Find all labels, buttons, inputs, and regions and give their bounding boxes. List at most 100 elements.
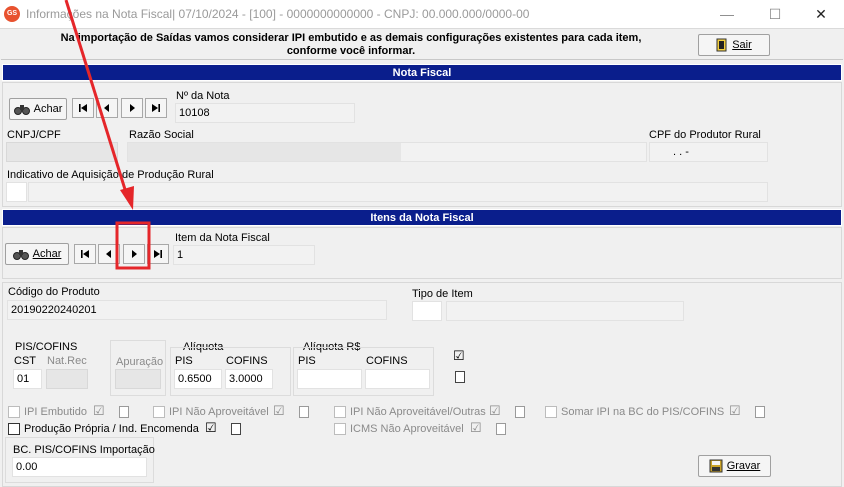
item-nota-field[interactable]: 1 — [173, 245, 315, 265]
aliquota-pis-field[interactable]: 0.6500 — [174, 369, 222, 389]
first-record-icon — [81, 250, 89, 258]
tipo-item-code-field[interactable] — [412, 301, 442, 321]
minimize-button[interactable]: — — [704, 0, 750, 29]
tipo-item-desc-field[interactable] — [446, 301, 684, 321]
numero-nota-label: Nº da Nota — [176, 90, 230, 102]
binoculars-icon — [13, 105, 30, 115]
numero-nota-field[interactable]: 10108 — [175, 103, 355, 123]
info-panel: Na importação de Saídas vamos considerar… — [1, 30, 843, 60]
last-record-icon — [154, 250, 162, 258]
icms-nao-aproveitavel-checkbox[interactable] — [334, 423, 346, 435]
aliquota-rs-pis-label: PIS — [298, 355, 316, 367]
document-icon — [299, 406, 309, 418]
info-message: Na importação de Saídas vamos considerar… — [11, 32, 691, 58]
nota-find-label: Achar — [33, 103, 63, 115]
app-icon: GS — [4, 6, 20, 22]
save-label: Gravar — [726, 460, 761, 472]
checkmark-icon: ☑ — [729, 403, 741, 418]
nota-find-button[interactable]: Achar — [9, 98, 67, 120]
natrec-field[interactable] — [46, 369, 88, 389]
next-record-icon — [130, 104, 135, 112]
maximize-button[interactable]: ☐ — [752, 0, 798, 29]
cpf-produtor-field[interactable]: . . - — [649, 142, 768, 162]
item-last-button[interactable] — [147, 244, 169, 264]
item-find-button[interactable]: Achar — [5, 243, 69, 265]
document-icon — [496, 423, 506, 435]
ipi-embutido-checkbox[interactable] — [8, 406, 20, 418]
ipi-embutido-label: IPI Embutido — [24, 406, 87, 418]
item-nota-label: Item da Nota Fiscal — [175, 232, 270, 244]
apuracao-field[interactable] — [115, 369, 161, 389]
prev-record-icon — [104, 104, 109, 112]
aliquota-rs-pis-field[interactable] — [297, 369, 362, 389]
checkmark-icon: ☑ — [273, 403, 285, 418]
info-line-2: conforme você informar. — [286, 45, 416, 57]
nota-next-button[interactable] — [121, 98, 143, 118]
codigo-produto-field[interactable]: 20190220240201 — [7, 300, 387, 320]
item-find-label: Achar — [32, 248, 62, 260]
pis-cofins-label: PIS/COFINS — [15, 341, 78, 353]
last-record-icon — [152, 104, 160, 112]
cpf-produtor-label: CPF do Produtor Rural — [649, 129, 761, 141]
exit-door-icon — [716, 38, 727, 52]
document-icon[interactable] — [455, 371, 465, 383]
nota-last-button[interactable] — [145, 98, 167, 118]
cnpj-field[interactable] — [6, 142, 118, 162]
item-next-button[interactable] — [123, 244, 145, 264]
checkmark-icon: ☑ — [470, 420, 482, 435]
codigo-produto-label: Código do Produto — [8, 286, 100, 298]
ipi-nao-aproveitavel-label: IPI Não Aproveitável — [169, 406, 269, 418]
natrec-label: Nat.Rec — [47, 355, 87, 367]
nota-fiscal-header: Nota Fiscal — [2, 64, 842, 81]
save-button[interactable]: Gravar — [698, 455, 771, 477]
aliquota-cofins-label: COFINS — [226, 355, 268, 367]
info-line-1: Na importação de Saídas vamos considerar… — [60, 32, 642, 44]
aliquota-pis-label: PIS — [175, 355, 193, 367]
razao-social-fill — [128, 143, 401, 161]
cst-field[interactable]: 01 — [13, 369, 42, 389]
next-record-icon — [132, 250, 137, 258]
item-prev-button[interactable] — [98, 244, 120, 264]
nota-prev-button[interactable] — [96, 98, 118, 118]
item-first-button[interactable] — [74, 244, 96, 264]
cnpj-label: CNPJ/CPF — [7, 129, 61, 141]
aliquota-rs-cofins-field[interactable] — [365, 369, 430, 389]
prev-record-icon — [106, 250, 111, 258]
checkmark-icon: ☑ — [489, 403, 501, 418]
exit-label: Sair — [732, 39, 752, 51]
checkmark-icon: ☑ — [93, 403, 105, 418]
document-icon — [119, 406, 129, 418]
producao-propria-label: Produção Própria / Ind. Encomenda — [24, 423, 199, 435]
apuracao-label: Apuração — [116, 356, 164, 368]
somar-ipi-label: Somar IPI na BC do PIS/COFINS — [561, 406, 725, 418]
aliquota-cofins-field[interactable]: 3.0000 — [225, 369, 273, 389]
checkmark-icon[interactable]: ☑ — [453, 349, 465, 362]
bc-field[interactable]: 0.00 — [12, 457, 147, 477]
close-button[interactable]: ✕ — [798, 0, 844, 29]
window-titlebar: GS Informações na Nota Fiscal| 07/10/202… — [0, 0, 844, 29]
window-title: Informações na Nota Fiscal| 07/10/2024 -… — [26, 7, 530, 21]
somar-ipi-checkbox[interactable] — [545, 406, 557, 418]
aliquota-rs-cofins-label: COFINS — [366, 355, 408, 367]
document-icon[interactable] — [231, 423, 241, 435]
nota-first-button[interactable] — [72, 98, 94, 118]
save-icon — [709, 459, 723, 473]
itens-nota-header: Itens da Nota Fiscal — [2, 209, 842, 226]
indicativo-desc-field[interactable] — [28, 182, 768, 202]
document-icon — [755, 406, 765, 418]
producao-propria-checkbox[interactable] — [8, 423, 20, 435]
first-record-icon — [79, 104, 87, 112]
icms-nao-aproveitavel-label: ICMS Não Aproveitável — [350, 423, 464, 435]
cst-label: CST — [14, 355, 36, 367]
razao-social-label: Razão Social — [129, 129, 194, 141]
exit-button[interactable]: Sair — [698, 34, 770, 56]
document-icon — [515, 406, 525, 418]
checkmark-icon[interactable]: ☑ — [205, 421, 217, 434]
binoculars-icon — [12, 250, 29, 260]
ipi-nao-aproveitavel-outras-checkbox[interactable] — [334, 406, 346, 418]
ipi-nao-aproveitavel-outras-label: IPI Não Aproveitável/Outras — [350, 406, 486, 418]
bc-label: BC. PIS/COFINS Importação — [13, 444, 155, 456]
ipi-nao-aproveitavel-checkbox[interactable] — [153, 406, 165, 418]
indicativo-code-field[interactable] — [6, 182, 27, 202]
razao-social-field[interactable] — [127, 142, 647, 162]
